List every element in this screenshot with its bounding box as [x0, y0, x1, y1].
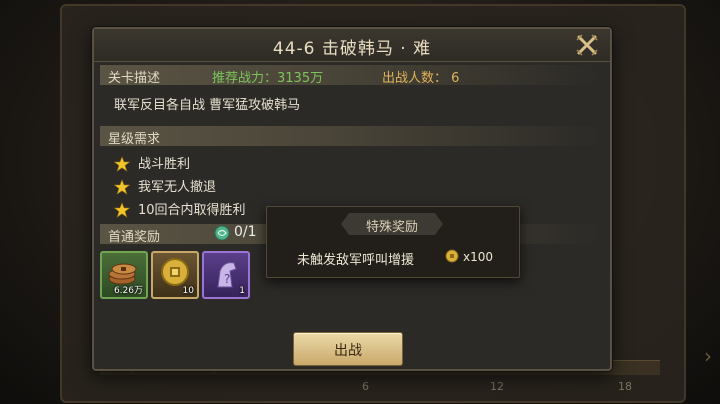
- star-condition: 战斗胜利: [114, 153, 190, 172]
- recommended-power: 推荐战力：3135万: [212, 71, 324, 86]
- star-condition: 10回合内取得胜利: [114, 199, 246, 218]
- stage-desc-label: 关卡描述: [108, 71, 161, 86]
- close-button[interactable]: [574, 32, 600, 58]
- dialog-title: 44-6 击破韩马 · 难: [272, 39, 432, 59]
- star-requirement-bar: 星级需求: [100, 126, 604, 147]
- star-icon: [114, 201, 130, 218]
- depart-label: 出战: [334, 343, 362, 359]
- tooltip-amount: x100: [463, 250, 494, 264]
- tooltip-condition: 未触发敌军呼叫增援: [297, 253, 415, 268]
- reward-item-gold[interactable]: 10: [151, 251, 199, 299]
- stage-detail-dialog: 44-6 击破韩马 · 难 关卡描述 推荐战力：3135万 出战人数： 6 联军…: [92, 27, 612, 371]
- item-quantity: 10: [182, 286, 194, 296]
- star-condition-text: 10回合内取得胜利: [138, 203, 246, 218]
- tooltip-title: 特殊奖励: [365, 220, 418, 235]
- depart-button[interactable]: 出战: [293, 332, 403, 366]
- star-req-label: 星级需求: [108, 132, 161, 147]
- first-reward-progress: 0/1: [234, 224, 257, 240]
- bg-milestone-18: 18: [618, 380, 632, 393]
- close-icon: [576, 34, 598, 56]
- first-reward-label: 首通奖励: [108, 230, 161, 245]
- jade-icon: [214, 225, 230, 241]
- item-quantity: 1: [239, 286, 245, 296]
- star-icon: [114, 178, 130, 195]
- troop-count: 出战人数： 6: [382, 71, 460, 86]
- bg-milestone-12: 12: [490, 380, 504, 393]
- stage-info-bar: 关卡描述 推荐战力：3135万 出战人数： 6: [100, 65, 604, 86]
- reward-item-copper[interactable]: 6.26万: [100, 251, 148, 299]
- gold-coin-icon: [445, 249, 459, 263]
- star-condition-text: 战斗胜利: [138, 157, 191, 172]
- dialog-header: 44-6 击破韩马 · 难: [94, 29, 610, 62]
- bg-milestone-6: 6: [362, 380, 369, 393]
- next-page-arrow-icon[interactable]: ›: [704, 345, 718, 367]
- star-condition: 我军无人撤退: [114, 176, 216, 195]
- stage-description: 联军反目各自战 曹军猛攻破韩马: [114, 98, 301, 113]
- special-reward-tooltip: 特殊奖励 未触发敌军呼叫增援 x100: [266, 206, 520, 278]
- svg-text:?: ?: [224, 272, 230, 286]
- reward-item-horse[interactable]: ? 1: [202, 251, 250, 299]
- item-quantity: 6.26万: [113, 286, 143, 296]
- star-icon: [114, 155, 130, 172]
- star-condition-text: 我军无人撤退: [138, 180, 217, 195]
